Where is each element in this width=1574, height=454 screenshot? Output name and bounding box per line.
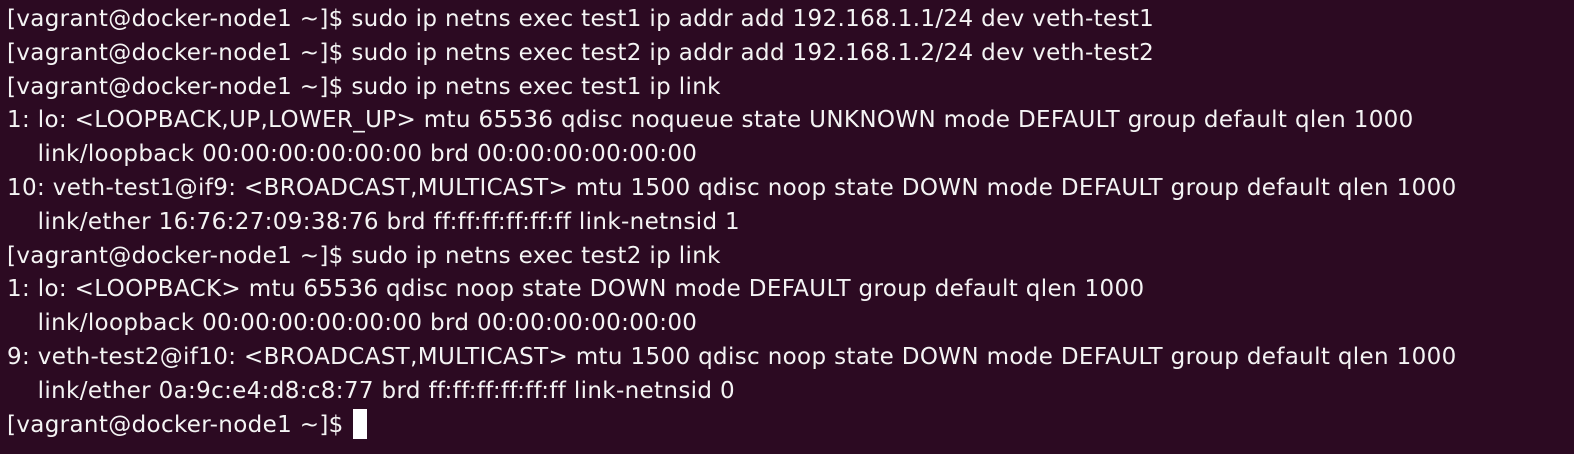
shell-prompt: [vagrant@docker-node1 ~]$ bbox=[7, 73, 352, 100]
output-line: 10: veth-test1@if9: <BROADCAST,MULTICAST… bbox=[7, 174, 1457, 201]
terminal-line: [vagrant@docker-node1 ~]$ sudo ip netns … bbox=[7, 3, 1574, 37]
shell-prompt: [vagrant@docker-node1 ~]$ bbox=[7, 6, 352, 32]
output-line: link/loopback 00:00:00:00:00:00 brd 00:0… bbox=[7, 310, 698, 337]
terminal-window[interactable]: [vagrant@docker-node1 ~]$ sudo ip netns … bbox=[0, 0, 1574, 454]
output-line: 9: veth-test2@if10: <BROADCAST,MULTICAST… bbox=[7, 343, 1457, 370]
command-text: sudo ip netns exec test2 ip addr add 192… bbox=[351, 39, 1155, 66]
text-cursor[interactable] bbox=[353, 409, 368, 440]
shell-prompt: [vagrant@docker-node1 ~]$ bbox=[7, 39, 352, 66]
command-text: sudo ip netns exec test2 ip link bbox=[351, 242, 721, 269]
output-line: link/ether 16:76:27:09:38:76 brd ff:ff:f… bbox=[7, 208, 741, 235]
terminal-line: [vagrant@docker-node1 ~]$ sudo ip netns … bbox=[7, 37, 1574, 71]
command-text: sudo ip netns exec test1 ip addr add 192… bbox=[351, 6, 1155, 32]
shell-prompt: [vagrant@docker-node1 ~]$ bbox=[7, 242, 352, 269]
output-line: link/ether 0a:9c:e4:d8:c8:77 brd ff:ff:f… bbox=[7, 377, 736, 404]
shell-prompt: [vagrant@docker-node1 ~]$ bbox=[7, 411, 352, 438]
output-line: link/loopback 00:00:00:00:00:00 brd 00:0… bbox=[7, 141, 698, 168]
active-prompt-line[interactable]: [vagrant@docker-node1 ~]$ bbox=[7, 409, 1574, 443]
output-line: 1: lo: <LOOPBACK,UP,LOWER_UP> mtu 65536 … bbox=[7, 107, 1414, 134]
terminal-line: [vagrant@docker-node1 ~]$ sudo ip netns … bbox=[7, 71, 1574, 105]
terminal-line: [vagrant@docker-node1 ~]$ sudo ip netns … bbox=[7, 240, 1574, 274]
command-text: sudo ip netns exec test1 ip link bbox=[351, 73, 721, 100]
output-line: 1: lo: <LOOPBACK> mtu 65536 qdisc noop s… bbox=[7, 276, 1145, 303]
